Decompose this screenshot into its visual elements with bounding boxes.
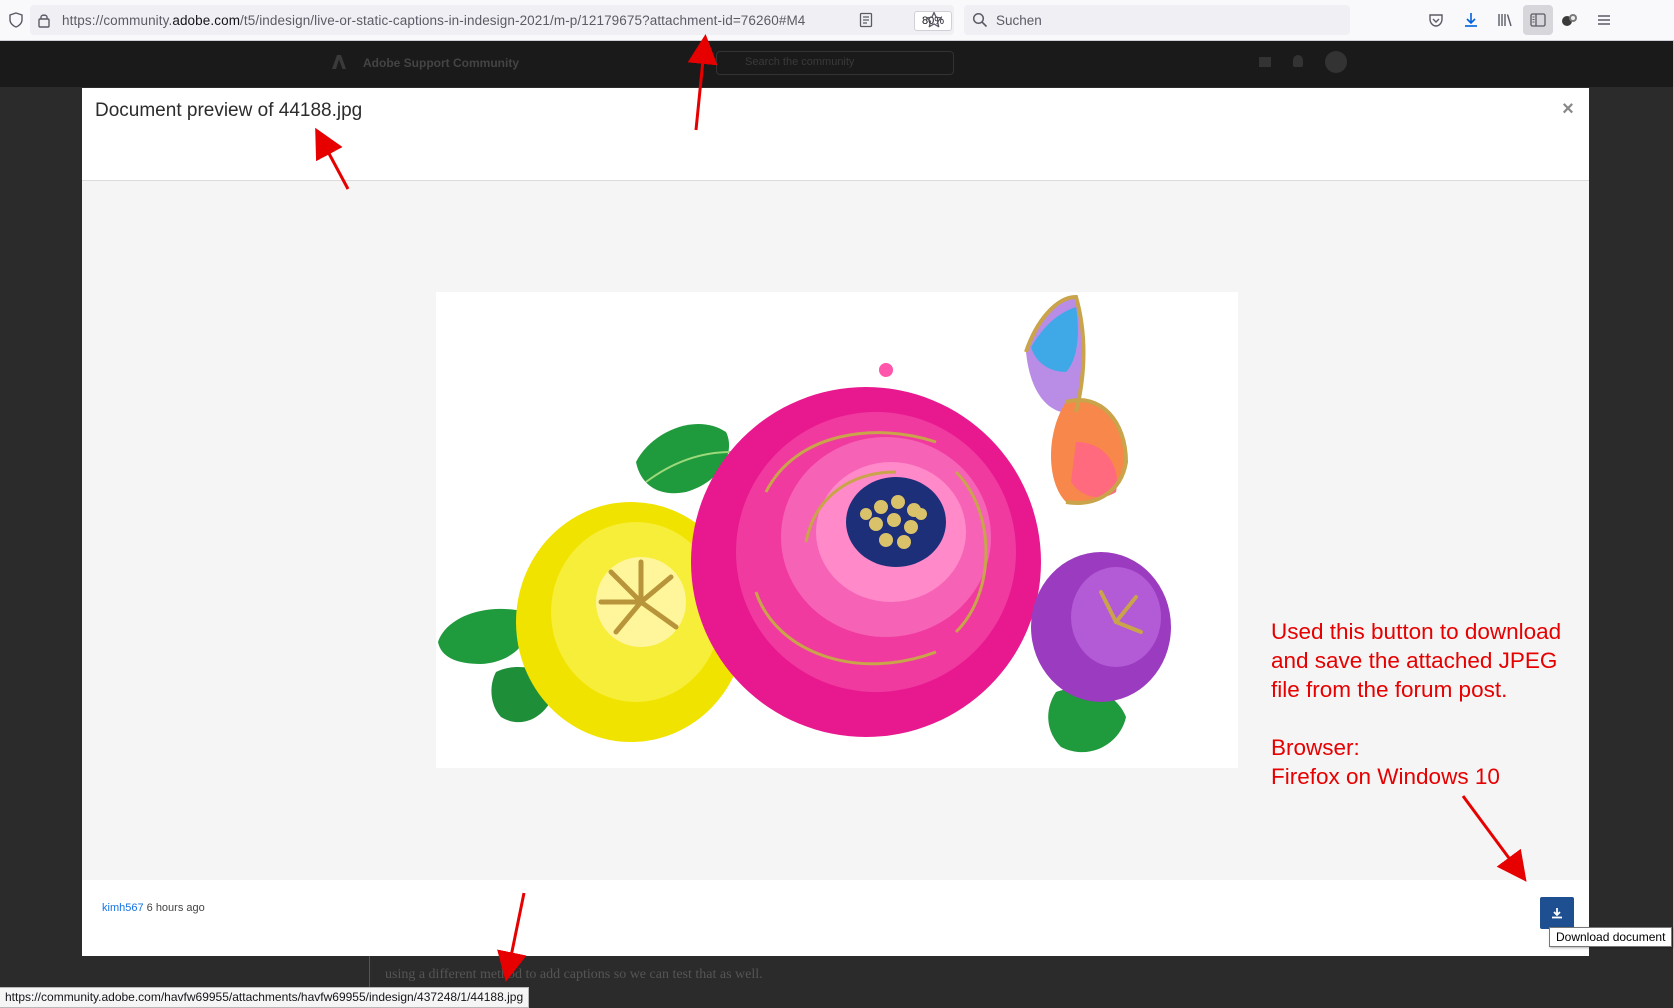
arrow-to-download-button bbox=[1461, 795, 1527, 882]
arrow-to-status-bar bbox=[497, 892, 527, 982]
arrow-to-title bbox=[315, 127, 350, 190]
annotation-arrows bbox=[315, 34, 1527, 982]
status-bar-link: https://community.adobe.com/havfw69955/a… bbox=[0, 987, 530, 1008]
arrow-to-url bbox=[687, 34, 718, 131]
